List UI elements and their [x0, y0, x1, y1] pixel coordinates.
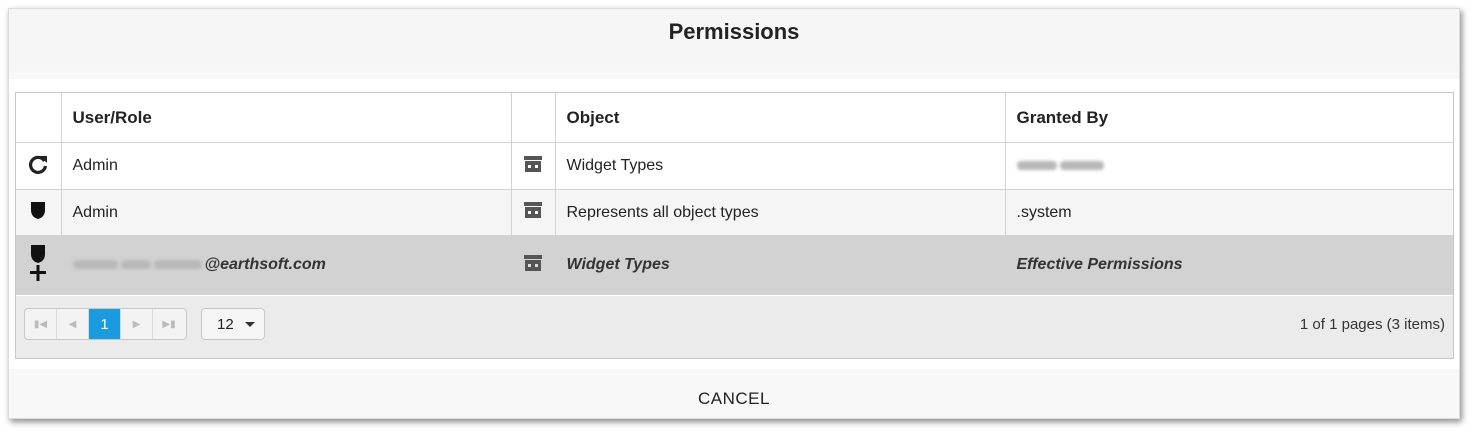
page-size-select[interactable]: 12: [201, 308, 265, 340]
permissions-grid: User/Role Object Granted By Admin Widget…: [15, 92, 1454, 359]
dialog-footer: CANCEL: [9, 379, 1459, 419]
granted-by-cell: .system: [1005, 189, 1453, 236]
archive-box-icon: [523, 254, 543, 276]
next-page-button[interactable]: ▶: [121, 309, 153, 339]
object-cell: Widget Types: [555, 235, 1006, 295]
archive-box-icon: [523, 155, 543, 177]
object-cell: Widget Types: [555, 142, 1006, 190]
user-role-cell: Admin: [61, 142, 512, 190]
permissions-dialog: Permissions User/Role Object Granted By: [8, 8, 1460, 419]
user-effective-icon: [27, 244, 49, 287]
column-header-type[interactable]: [16, 93, 62, 143]
user-role-cell: @earthsoft.com: [61, 235, 512, 295]
archive-box-icon: [523, 202, 543, 223]
chevron-down-icon: [245, 322, 255, 327]
cancel-button[interactable]: CANCEL: [698, 389, 770, 408]
dialog-title: Permissions: [9, 9, 1459, 71]
column-header-granted-by[interactable]: Granted By: [1005, 93, 1453, 143]
granted-by-cell: [1005, 142, 1453, 190]
first-page-button[interactable]: ▮◀: [25, 309, 57, 339]
object-cell: Represents all object types: [555, 189, 1006, 236]
pager-buttons: ▮◀ ◀ 1 ▶ ▶▮: [24, 308, 187, 340]
previous-page-icon: ◀: [68, 318, 77, 330]
page-size-value: 12: [217, 315, 234, 333]
last-page-button[interactable]: ▶▮: [153, 309, 185, 339]
column-header-user-role[interactable]: User/Role: [61, 93, 512, 143]
table-row[interactable]: Admin Represents all object types .syste…: [16, 189, 1453, 236]
page-1-button[interactable]: 1: [89, 309, 121, 339]
next-page-icon: ▶: [132, 318, 141, 330]
shield-icon: [29, 202, 47, 225]
last-page-icon: ▶▮: [162, 318, 176, 330]
column-header-object[interactable]: Object: [555, 93, 1006, 143]
granted-by-cell: Effective Permissions: [1005, 235, 1453, 295]
previous-page-button[interactable]: ◀: [57, 309, 89, 339]
grid-pager: ▮◀ ◀ 1 ▶ ▶▮ 12 1 of 1 pages (3 items): [16, 296, 1453, 358]
refresh-icon: [27, 155, 49, 179]
user-role-cell: Admin: [61, 189, 512, 236]
dialog-content: User/Role Object Granted By Admin Widget…: [9, 79, 1459, 369]
pager-info: 1 of 1 pages (3 items): [1299, 316, 1445, 333]
table-row-selected[interactable]: @earthsoft.com Widget Types Effective Pe…: [16, 235, 1453, 295]
column-header-object-icon[interactable]: [511, 93, 556, 143]
first-page-icon: ▮◀: [33, 318, 48, 330]
table-row[interactable]: Admin Widget Types: [16, 142, 1453, 190]
grid-header-row: User/Role Object Granted By: [16, 93, 1453, 143]
